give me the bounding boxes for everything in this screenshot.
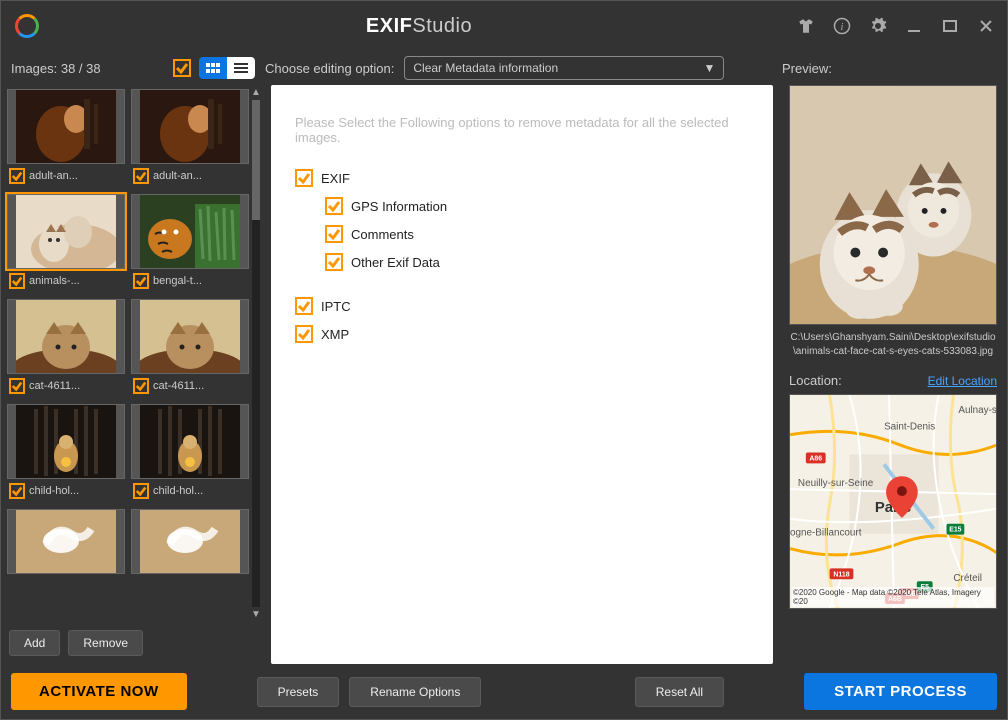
editing-option-dropdown[interactable]: Clear Metadata information ▼	[404, 56, 724, 80]
map-preview[interactable]: Saint-Denis Aulnay-so Neuilly-sur-Seine …	[789, 394, 997, 609]
edit-location-link[interactable]: Edit Location	[928, 374, 997, 388]
check-comments[interactable]: Comments	[295, 225, 749, 243]
maximize-icon[interactable]	[941, 17, 959, 35]
header-bar: Images: 38 / 38 Choose editing option: C…	[1, 51, 1007, 85]
thumb-checkbox[interactable]	[9, 168, 25, 184]
reset-all-button[interactable]: Reset All	[635, 677, 724, 707]
thumb-name: animals-...	[29, 275, 80, 287]
thumbnail-item[interactable]: adult-an...	[7, 89, 125, 188]
thumb-checkbox[interactable]	[133, 273, 149, 289]
thumbnail-item[interactable]: cat-4611...	[7, 299, 125, 398]
thumb-checkbox[interactable]	[9, 273, 25, 289]
check-other-exif[interactable]: Other Exif Data	[295, 253, 749, 271]
preview-file-path: C:\Users\Ghanshyam.Saini\Desktop\exifstu…	[789, 331, 997, 359]
remove-button[interactable]: Remove	[68, 630, 143, 656]
dropdown-value: Clear Metadata information	[413, 61, 558, 75]
thumbnail-item[interactable]: animals-...	[7, 194, 125, 293]
location-label: Location:	[789, 373, 842, 388]
thumb-name: cat-4611...	[153, 380, 204, 392]
editor-panel: Please Select the Following options to r…	[271, 85, 773, 664]
thumbnail-panel: adult-an... adult-an... animals-... beng…	[1, 85, 265, 664]
scroll-up-icon[interactable]: ▲	[251, 87, 261, 98]
thumb-name: child-hol...	[29, 485, 79, 497]
check-xmp[interactable]: XMP	[295, 325, 749, 343]
thumbnail-item[interactable]	[7, 509, 125, 574]
check-exif[interactable]: EXIF	[295, 169, 749, 187]
view-toggle	[199, 57, 255, 79]
map-attribution: ©2020 Google - Map data ©2020 Tele Atlas…	[792, 587, 994, 607]
close-icon[interactable]	[977, 17, 995, 35]
scroll-down-icon[interactable]: ▼	[251, 609, 261, 620]
chevron-down-icon: ▼	[703, 61, 715, 75]
svg-text:Créteil: Créteil	[953, 573, 982, 584]
app-title: EXIFStudio	[41, 15, 797, 38]
thumbnail-item[interactable]: child-hol...	[7, 404, 125, 503]
editing-option-label: Choose editing option:	[265, 61, 394, 76]
editor-hint: Please Select the Following options to r…	[295, 115, 749, 145]
info-icon[interactable]: i	[833, 17, 851, 35]
svg-text:E15: E15	[949, 527, 961, 534]
check-iptc[interactable]: IPTC	[295, 297, 749, 315]
scroll-thumb[interactable]	[252, 100, 260, 220]
thumbnail-item[interactable]: bengal-t...	[131, 194, 249, 293]
gear-icon[interactable]	[869, 17, 887, 35]
svg-text:Neuilly-sur-Seine: Neuilly-sur-Seine	[798, 478, 874, 489]
svg-text:i: i	[841, 22, 844, 33]
thumbnail-grid: adult-an... adult-an... animals-... beng…	[5, 85, 251, 622]
svg-text:N118: N118	[833, 571, 849, 578]
thumb-name: cat-4611...	[29, 380, 80, 392]
svg-text:A86: A86	[809, 455, 822, 462]
preview-panel: C:\Users\Ghanshyam.Saini\Desktop\exifstu…	[779, 85, 1007, 664]
thumb-name: adult-an...	[29, 170, 78, 182]
thumbnail-item[interactable]	[131, 509, 249, 574]
thumb-name: bengal-t...	[153, 275, 202, 287]
thumbnail-item[interactable]: adult-an...	[131, 89, 249, 188]
app-window: EXIFStudio i Images: 38 / 38 Choose edit…	[0, 0, 1008, 720]
titlebar: EXIFStudio i	[1, 1, 1007, 51]
body: adult-an... adult-an... animals-... beng…	[1, 85, 1007, 664]
presets-button[interactable]: Presets	[257, 677, 340, 707]
thumb-name: adult-an...	[153, 170, 202, 182]
thumbnail-scrollbar[interactable]: ▲ ▼	[251, 85, 261, 622]
svg-text:Aulnay-so: Aulnay-so	[958, 405, 996, 416]
svg-text:ogne-Billancourt: ogne-Billancourt	[790, 528, 862, 539]
minimize-icon[interactable]	[905, 17, 923, 35]
image-count-label: Images: 38 / 38	[11, 61, 101, 76]
thumb-name: child-hol...	[153, 485, 203, 497]
thumb-checkbox[interactable]	[9, 378, 25, 394]
add-button[interactable]: Add	[9, 630, 60, 656]
activate-button[interactable]: ACTIVATE NOW	[11, 673, 187, 710]
select-all-checkbox[interactable]	[173, 59, 191, 77]
list-view-button[interactable]	[227, 57, 255, 79]
rename-options-button[interactable]: Rename Options	[349, 677, 481, 707]
thumb-checkbox[interactable]	[9, 483, 25, 499]
check-gps[interactable]: GPS Information	[295, 197, 749, 215]
shirt-icon[interactable]	[797, 17, 815, 35]
thumb-checkbox[interactable]	[133, 483, 149, 499]
svg-text:Saint-Denis: Saint-Denis	[884, 422, 935, 433]
grid-view-button[interactable]	[199, 57, 227, 79]
thumb-checkbox[interactable]	[133, 168, 149, 184]
preview-image	[789, 85, 997, 325]
thumbnail-item[interactable]: child-hol...	[131, 404, 249, 503]
thumbnail-item[interactable]: cat-4611...	[131, 299, 249, 398]
preview-header-label: Preview:	[772, 61, 997, 76]
thumb-checkbox[interactable]	[133, 378, 149, 394]
start-process-button[interactable]: START PROCESS	[804, 673, 997, 710]
app-logo-icon	[13, 12, 41, 40]
footer-bar: ACTIVATE NOW Presets Rename Options Rese…	[1, 664, 1007, 719]
